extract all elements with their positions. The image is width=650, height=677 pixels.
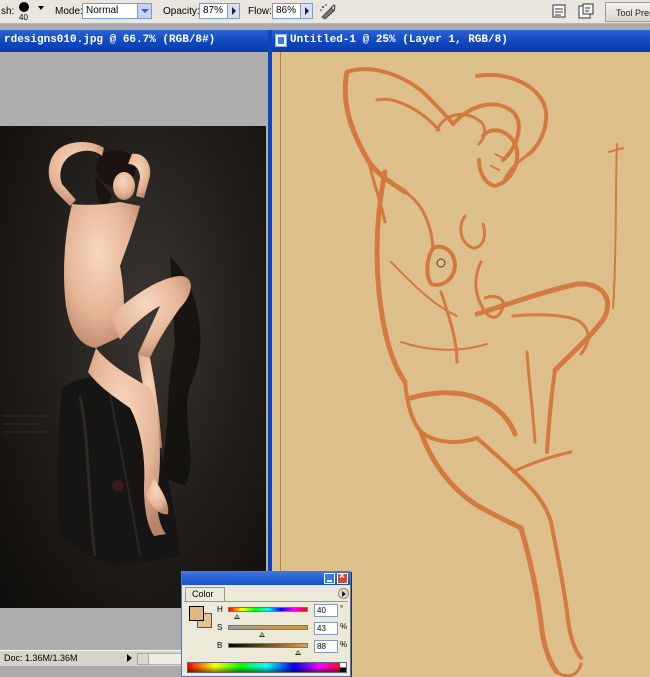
tool-presets-tab[interactable]: Tool Prese: [605, 2, 650, 22]
reference-title-bar[interactable]: rdesigns010.jpg @ 66.7% (RGB/8#): [0, 30, 268, 52]
palette-well-icon[interactable]: [577, 2, 595, 20]
reference-title: rdesigns010.jpg @ 66.7% (RGB/8#): [4, 34, 216, 46]
file-browser-icon[interactable]: [550, 2, 568, 20]
scrollbar-thumb[interactable]: [137, 653, 149, 665]
brightness-input[interactable]: 88: [314, 640, 338, 653]
document-size-status: Doc: 1.36M/1.36M: [4, 653, 78, 663]
flow-slider-arrow-icon[interactable]: [300, 4, 312, 18]
flow-field[interactable]: 86%: [272, 3, 313, 19]
saturation-unit: %: [340, 622, 348, 631]
flow-label: Flow:: [248, 6, 272, 17]
opacity-label: Opacity:: [163, 6, 200, 17]
brush-picker-arrow-icon[interactable]: [38, 6, 44, 10]
mode-value: Normal: [86, 5, 119, 16]
foreground-color-swatch[interactable]: [189, 606, 204, 621]
minimize-icon[interactable]: [324, 573, 335, 584]
saturation-label: S: [217, 623, 223, 632]
brush-size: 40: [19, 13, 28, 22]
saturation-input[interactable]: 43: [314, 622, 338, 635]
brightness-unit: %: [340, 640, 348, 649]
mode-label: Mode:: [55, 6, 83, 17]
brush-label: sh:: [1, 6, 15, 17]
reference-figure-image: [2, 142, 201, 566]
opacity-slider-arrow-icon[interactable]: [227, 4, 239, 18]
brightness-slider[interactable]: [228, 643, 308, 648]
brightness-label: B: [217, 641, 223, 650]
color-spectrum-bar[interactable]: [187, 662, 347, 673]
brightness-slider-thumb[interactable]: [295, 650, 301, 655]
tab-color[interactable]: Color: [185, 587, 225, 601]
canvas-title: Untitled-1 @ 25% (Layer 1, RGB/8): [290, 34, 508, 46]
color-panel: Color H 40 ° S 43 % B 88 %: [181, 571, 351, 677]
saturation-value: 43: [317, 624, 326, 633]
saturation-slider[interactable]: [228, 625, 308, 630]
color-panel-body: H 40 ° S 43 % B 88 %: [184, 601, 348, 676]
panel-menu-icon[interactable]: [338, 588, 349, 599]
airbrush-icon[interactable]: [319, 3, 337, 20]
brush-preview-icon[interactable]: [19, 2, 29, 12]
hue-value: 40: [317, 606, 326, 615]
photoshop-workspace: sh: 40 Mode: Normal Opacity: 87% Flow: 8…: [0, 0, 650, 677]
hue-label: H: [217, 605, 223, 614]
saturation-slider-thumb[interactable]: [259, 632, 265, 637]
color-panel-titlebar[interactable]: [182, 571, 350, 585]
brightness-value: 88: [317, 642, 326, 651]
status-menu-arrow-icon[interactable]: [127, 654, 132, 662]
hue-slider[interactable]: [228, 607, 308, 612]
hue-unit: °: [340, 604, 344, 613]
mode-select[interactable]: Normal: [82, 3, 152, 19]
opacity-value: 87%: [203, 5, 224, 16]
flow-value: 86%: [276, 5, 297, 16]
reference-photo: [0, 126, 266, 608]
tool-presets-label: Tool Prese: [616, 8, 650, 18]
chevron-down-icon[interactable]: [137, 4, 151, 18]
color-tab-label: Color: [192, 589, 214, 599]
options-bar: sh: 40 Mode: Normal Opacity: 87% Flow: 8…: [0, 0, 650, 24]
brush-cursor: [436, 258, 446, 268]
hue-input[interactable]: 40: [314, 604, 338, 617]
canvas-title-bar[interactable]: Untitled-1 @ 25% (Layer 1, RGB/8): [272, 30, 650, 52]
hue-slider-thumb[interactable]: [234, 614, 240, 619]
opacity-field[interactable]: 87%: [199, 3, 240, 19]
close-icon[interactable]: [337, 571, 348, 584]
document-icon: [275, 34, 287, 47]
